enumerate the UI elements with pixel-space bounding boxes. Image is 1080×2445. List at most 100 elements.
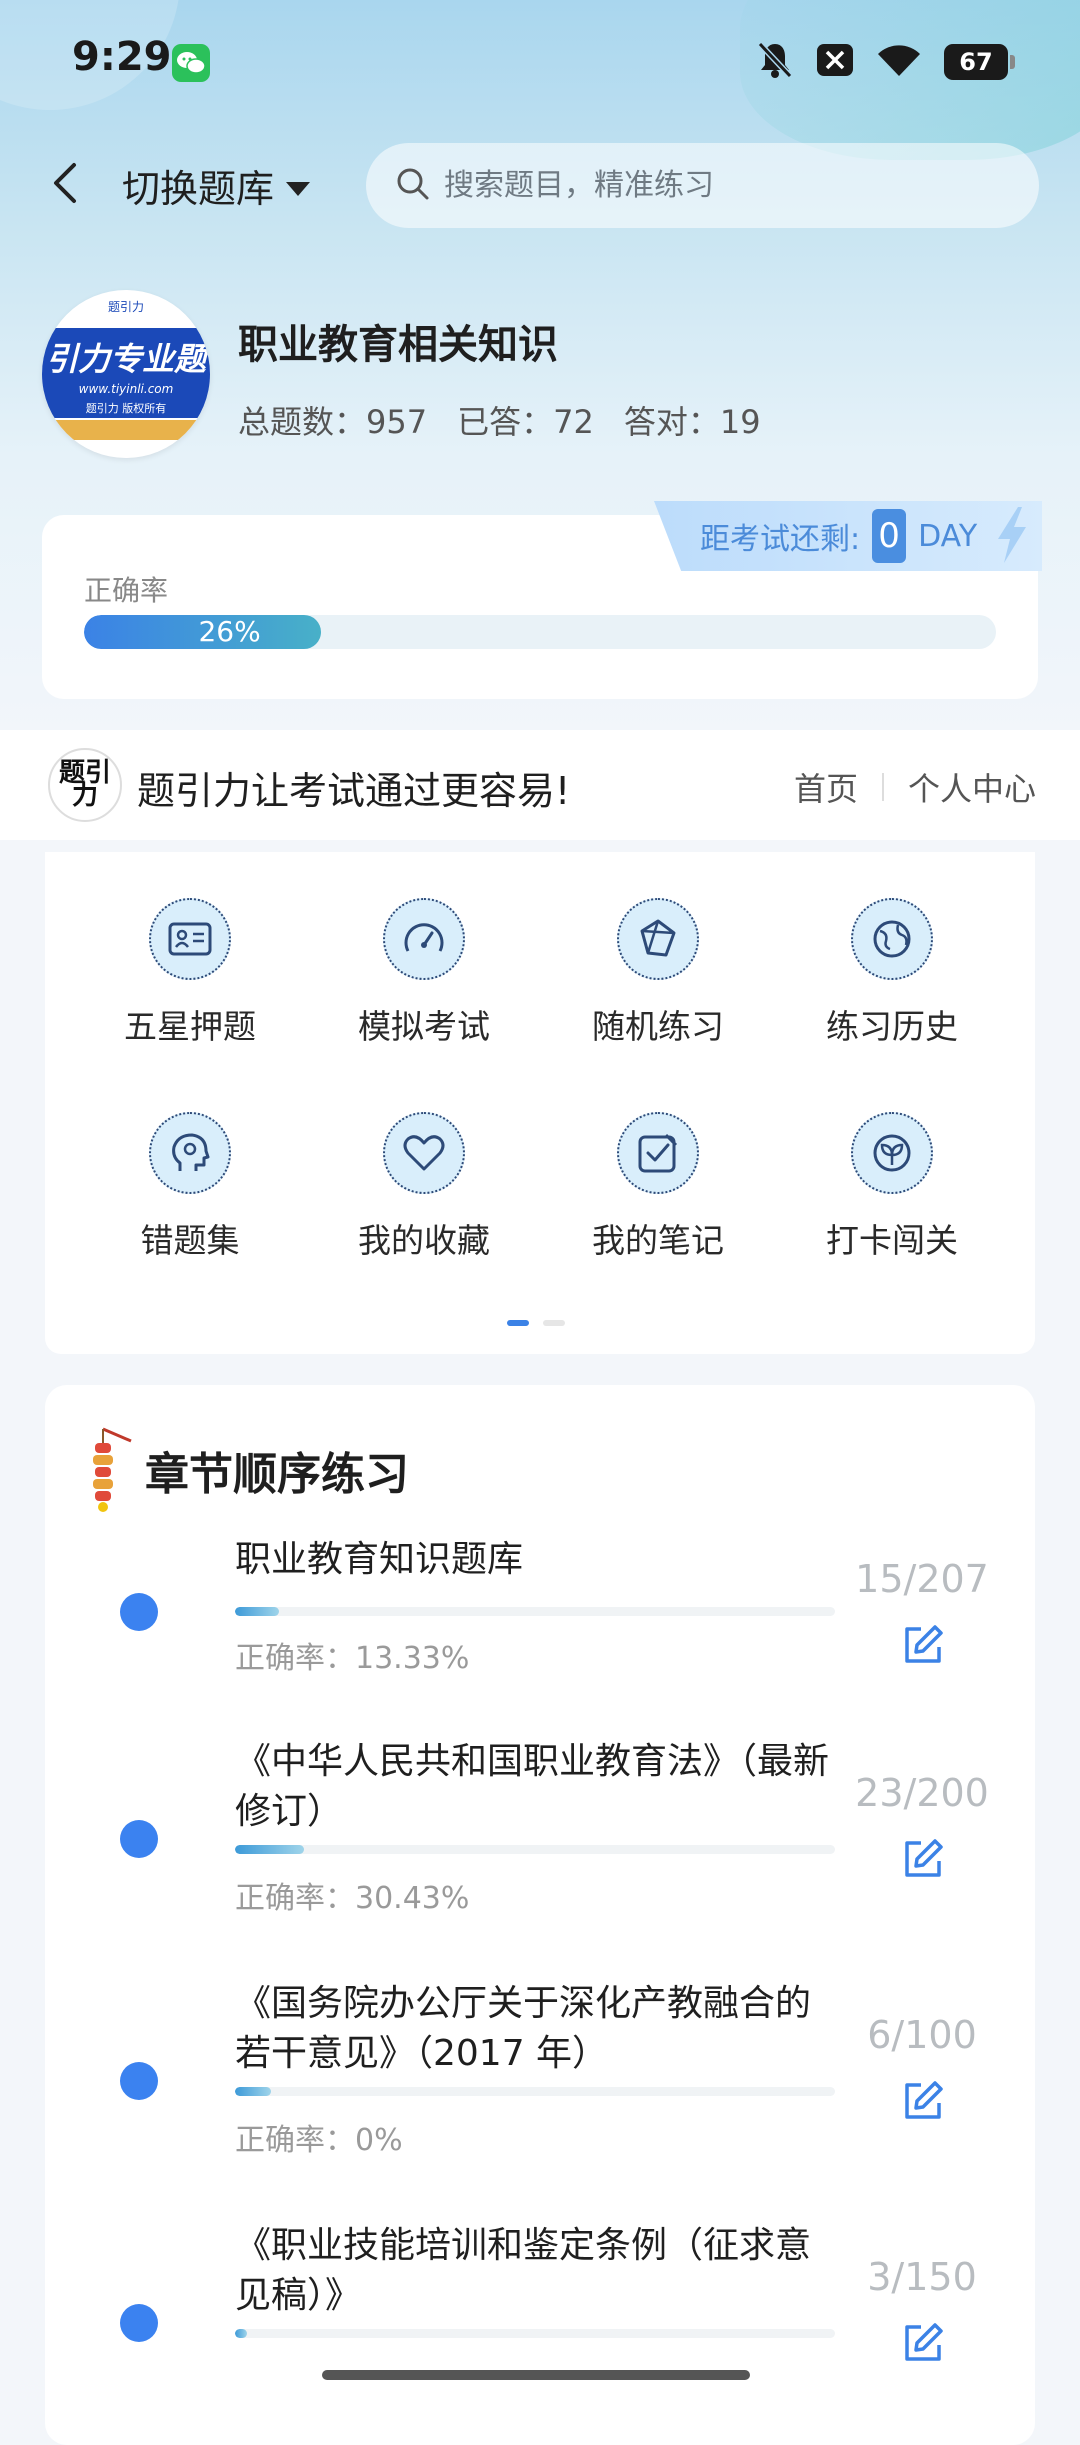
chapter-header: 章节顺序练习 xyxy=(85,1423,409,1517)
correct-count: 答对：19 xyxy=(623,403,761,441)
chapter-item[interactable]: 职业教育知识题库 正确率：13.33% 15/207 xyxy=(45,1535,1035,1725)
home-indicator[interactable] xyxy=(322,2370,750,2380)
logo-url: www.tiyinli.com xyxy=(78,382,174,396)
profile-link[interactable]: 个人中心 xyxy=(908,764,1036,810)
chapter-count: 6/100 xyxy=(867,2013,977,2057)
chapter-bullet xyxy=(120,1593,158,1631)
promo-bar: 题引力 题引力让考试通过更容易! 首页 个人中心 xyxy=(0,730,1080,840)
search-input[interactable] xyxy=(442,167,1006,204)
accuracy-card: 距考试还剩: 0 DAY 正确率 26% xyxy=(42,501,1042,699)
func-label: 练习历史 xyxy=(826,1007,958,1046)
func-label: 我的笔记 xyxy=(592,1221,724,1260)
chapter-section-title: 章节顺序练习 xyxy=(145,1449,409,1500)
accuracy-progress-fill: 26% xyxy=(84,615,322,649)
chapter-item[interactable]: 《中华人民共和国职业教育法》（最新修订） 正确率：30.43% 23/200 xyxy=(45,1737,1035,1957)
search-icon xyxy=(396,167,430,205)
chapter-accuracy: 正确率：30.43% xyxy=(235,1881,470,1916)
total-count: 总题数：957 xyxy=(238,403,428,441)
chapter-name: 职业教育知识题库 xyxy=(235,1539,524,1580)
brand-logo-text: 题引力 xyxy=(58,757,111,811)
sprout-icon xyxy=(851,1112,933,1194)
chapter-count: 3/150 xyxy=(867,2255,977,2299)
chapter-progress-bar xyxy=(235,2329,835,2338)
func-label: 我的收藏 xyxy=(358,1221,490,1260)
chapter-name: 《国务院办公厅关于深化产教融合的若干意见》（2017 年） xyxy=(235,1983,812,2074)
back-button[interactable] xyxy=(40,155,90,215)
shuffle-icon xyxy=(617,898,699,980)
chapter-progress-bar xyxy=(235,1845,835,1854)
edit-icon[interactable] xyxy=(893,1829,953,1889)
edit-icon[interactable] xyxy=(893,2313,953,2373)
func-label: 五星押题 xyxy=(124,1007,256,1046)
func-notes[interactable]: 我的笔记 xyxy=(568,1112,748,1262)
chapter-progress-fill xyxy=(235,2087,271,2096)
promo-slogan: 题引力让考试通过更容易! xyxy=(137,769,571,813)
function-grid: 五星押题 模拟考试 随机练习 练习历史 错题集 我的收藏 我的笔记 打卡闯关 xyxy=(45,852,1035,1354)
exam-countdown: 距考试还剩: 0 DAY xyxy=(654,501,1042,571)
chapter-progress-fill xyxy=(235,1607,279,1616)
func-favorites[interactable]: 我的收藏 xyxy=(334,1112,514,1262)
func-label: 模拟考试 xyxy=(358,1007,490,1046)
chapter-accuracy: 正确率：13.33% xyxy=(235,1641,470,1676)
bell-muted-icon xyxy=(756,40,794,84)
chapter-name: 《职业技能培训和鉴定条例（征求意见稿）》 xyxy=(235,2225,812,2316)
chapter-progress-fill xyxy=(235,1845,304,1854)
brand-logo: 题引力 xyxy=(48,748,122,822)
page-indicator xyxy=(507,1320,565,1326)
battery-indicator: 67 xyxy=(944,44,1015,80)
logo-main-text: 引力专业题 xyxy=(45,340,206,378)
switch-bank-label: 切换题库 xyxy=(122,166,275,211)
func-five-star[interactable]: 五星押题 xyxy=(100,898,280,1048)
accuracy-progress-bar: 26% xyxy=(84,615,996,649)
firecracker-icon xyxy=(85,1423,135,1517)
func-wrong-set[interactable]: 错题集 xyxy=(100,1112,280,1262)
chapter-count: 15/207 xyxy=(855,1557,989,1601)
home-link[interactable]: 首页 xyxy=(794,764,858,810)
chapter-bullet xyxy=(120,1820,158,1858)
func-random-practice[interactable]: 随机练习 xyxy=(568,898,748,1048)
chapter-bullet xyxy=(120,2062,158,2100)
book-stats: 总题数：957 已答：72 答对：19 xyxy=(238,397,761,443)
func-practice-history[interactable]: 练习历史 xyxy=(802,898,982,1048)
heart-icon xyxy=(383,1112,465,1194)
id-card-icon xyxy=(149,898,231,980)
answered-count: 已答：72 xyxy=(457,403,594,441)
search-bar[interactable] xyxy=(366,143,1039,228)
globe-icon xyxy=(851,898,933,980)
func-label: 打卡闯关 xyxy=(826,1221,958,1260)
countdown-label: 距考试还剩: xyxy=(700,522,861,557)
logo-top-text: 题引力 xyxy=(107,300,144,314)
status-icons: 67 xyxy=(756,40,1015,84)
promo-links: 首页 个人中心 xyxy=(794,764,1036,810)
question-bank-logo: 题引力 引力专业题 www.tiyinli.com 题引力 版权所有 xyxy=(42,290,210,458)
chapter-practice-card: 章节顺序练习 职业教育知识题库 正确率：13.33% 15/207 《中华人民共… xyxy=(45,1385,1035,2445)
head-icon xyxy=(149,1112,231,1194)
func-mock-exam[interactable]: 模拟考试 xyxy=(334,898,514,1048)
countdown-unit: DAY xyxy=(918,518,978,554)
logo-copyright: 题引力 版权所有 xyxy=(85,402,167,415)
chapter-item[interactable]: 《职业技能培训和鉴定条例（征求意见稿）》 3/150 xyxy=(45,2221,1035,2441)
chapter-bullet xyxy=(120,2304,158,2342)
func-checkin-challenge[interactable]: 打卡闯关 xyxy=(802,1112,982,1262)
logo-bottom-band xyxy=(42,420,210,440)
edit-icon[interactable] xyxy=(893,2071,953,2131)
edit-icon[interactable] xyxy=(893,1615,953,1675)
book-title: 职业教育相关知识 xyxy=(238,322,558,368)
accuracy-label: 正确率 xyxy=(84,574,169,607)
switch-bank-dropdown[interactable]: 切换题库 xyxy=(122,160,312,211)
chapter-progress-bar xyxy=(235,2087,835,2096)
note-check-icon xyxy=(617,1112,699,1194)
caret-down-icon xyxy=(284,163,312,207)
chapter-progress-bar xyxy=(235,1607,835,1616)
link-divider xyxy=(881,773,884,801)
chapter-item[interactable]: 《国务院办公厅关于深化产教融合的若干意见》（2017 年） 正确率：0% 6/1… xyxy=(45,1979,1035,2199)
chapter-count: 23/200 xyxy=(855,1771,989,1815)
chapter-progress-fill xyxy=(235,2329,247,2338)
lightning-icon xyxy=(992,505,1032,571)
page-dot xyxy=(543,1320,565,1326)
status-time: 9:29 xyxy=(72,34,172,80)
battery-level: 67 xyxy=(959,48,993,76)
sim-off-icon xyxy=(816,43,854,81)
status-bar: 9:29 67 xyxy=(0,0,1080,125)
chevron-left-icon xyxy=(52,161,78,209)
